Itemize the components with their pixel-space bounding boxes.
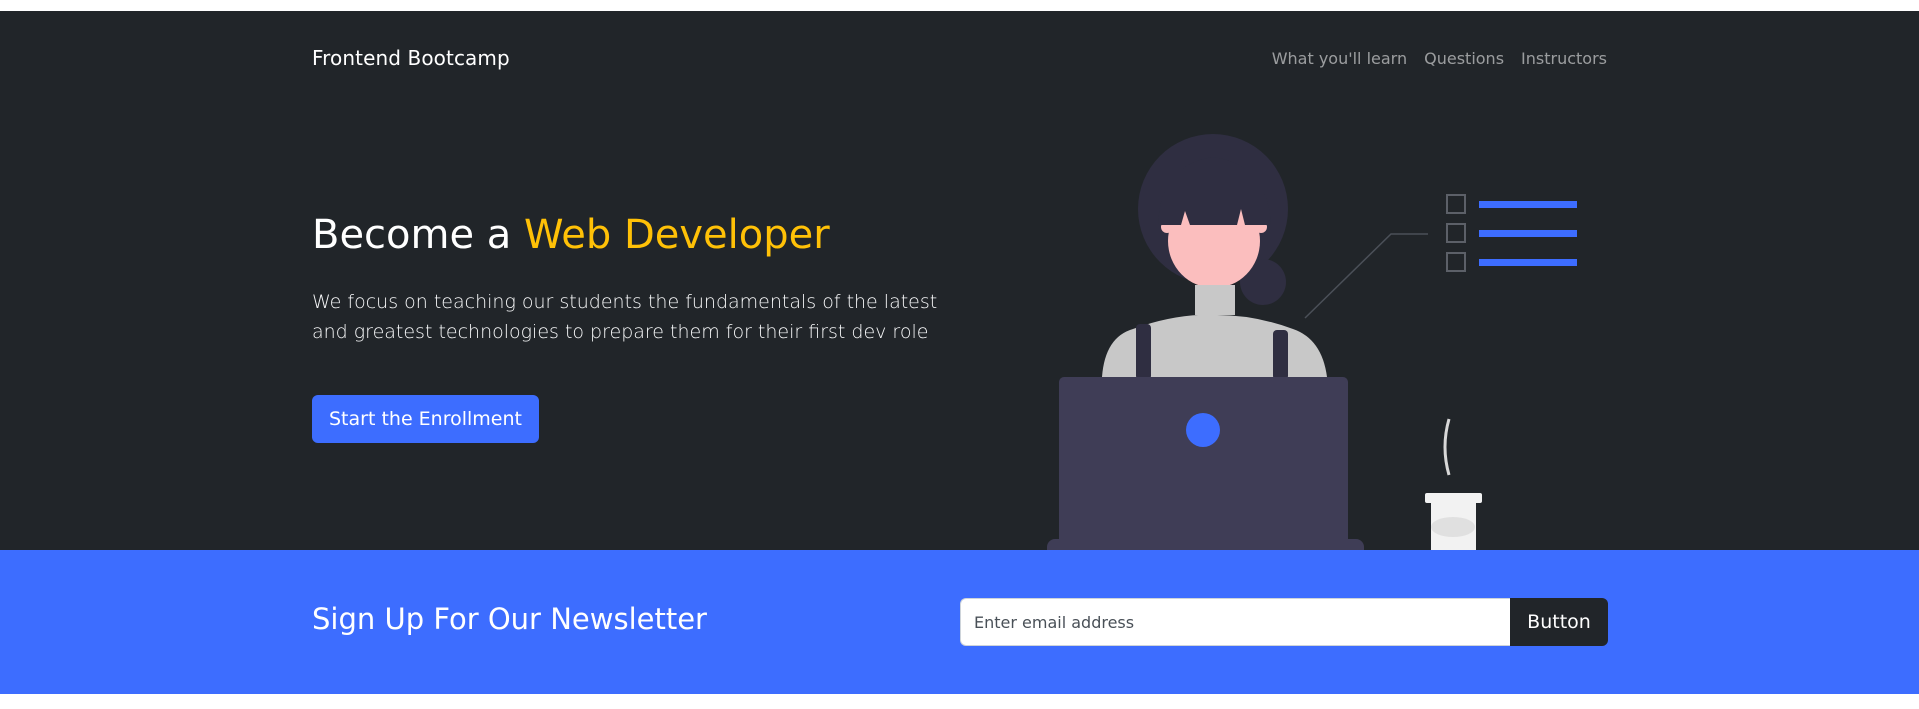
steam [1443,418,1451,476]
right-strap [1273,330,1288,380]
pointer-line [1304,233,1428,319]
hero-lead-text: We focus on teaching our students the fu… [312,291,938,343]
left-strap [1136,324,1151,380]
hero-text: Become a Web Developer We focus on teach… [312,211,972,347]
newsletter-section: Sign Up For Our Newsletter Button [0,550,1919,694]
top-strip [0,0,1919,11]
newsletter-form: Button [960,598,1608,646]
nav-link-what-youll-learn[interactable]: What you'll learn [1272,49,1407,68]
checkbox-3 [1446,252,1466,272]
checklist-line-3 [1479,259,1577,266]
email-input[interactable] [960,598,1510,646]
nav-link-instructors[interactable]: Instructors [1521,49,1607,68]
checklist-line-2 [1479,230,1577,237]
cup-sleeve [1431,517,1475,537]
checkbox-1 [1446,194,1466,214]
hero-title-accent: Web Developer [524,212,830,258]
hero-section: Frontend Bootcamp What you'll learn Ques… [0,11,1919,557]
neck [1195,285,1235,315]
newsletter-submit-button[interactable]: Button [1510,598,1608,646]
nav-link-questions[interactable]: Questions [1424,49,1504,68]
torso [1102,314,1327,377]
brand-link[interactable]: Frontend Bootcamp [312,46,510,70]
nav-links: What you'll learn Questions Instructors [1272,49,1607,68]
hero-title: Become a Web Developer [312,211,972,259]
newsletter-title: Sign Up For Our Newsletter [312,602,707,636]
laptop-logo [1186,413,1220,447]
start-enrollment-button[interactable]: Start the Enrollment [312,395,539,443]
checklist-line-1 [1479,201,1577,208]
laptop-screen [1059,377,1348,549]
hero-title-prefix: Become a [312,212,525,258]
checkbox-2 [1446,223,1466,243]
navbar: Frontend Bootcamp What you'll learn Ques… [312,35,1607,81]
cup-lid [1425,493,1482,503]
woman-at-laptop-illustration [1047,134,1577,557]
